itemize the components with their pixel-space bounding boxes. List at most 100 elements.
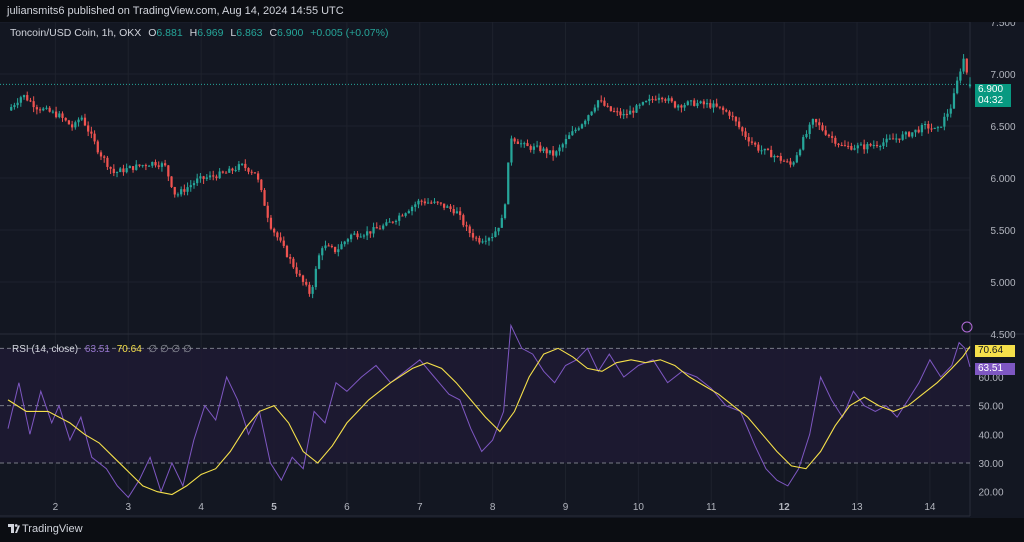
candle-body — [622, 113, 625, 116]
candle-body — [731, 115, 734, 117]
symbol-title[interactable]: Toncoin/USD Coin, 1h, OKX — [10, 27, 141, 39]
candle-body — [144, 165, 148, 167]
candle-body — [215, 176, 218, 179]
candle-body — [840, 144, 843, 146]
candle-body — [212, 175, 215, 177]
candle-body — [157, 165, 160, 167]
candle-body — [205, 177, 208, 179]
candle-body — [48, 107, 51, 112]
candle-body — [289, 257, 292, 259]
candle-body — [394, 220, 398, 223]
candle-body — [385, 222, 388, 226]
candle-body — [404, 213, 407, 216]
candle-body — [782, 160, 786, 162]
candle-body — [818, 122, 821, 126]
candle-body — [866, 144, 869, 150]
low-value: 6.863 — [236, 27, 263, 39]
candle-body — [664, 99, 667, 101]
candle-body — [353, 233, 356, 235]
candle-body — [135, 164, 138, 170]
candle-body — [430, 202, 433, 204]
candle-body — [628, 110, 632, 115]
candle-body — [587, 115, 590, 121]
rsi-ma-value: 70.64 — [116, 344, 142, 355]
candle-body — [933, 127, 936, 129]
candle-body — [423, 201, 426, 204]
candle-body — [625, 113, 629, 115]
candle-body — [856, 145, 859, 149]
time-tick-label: 14 — [924, 502, 936, 513]
candle-body — [500, 218, 503, 228]
candle-body — [596, 100, 600, 108]
close-value: 6.900 — [277, 27, 304, 39]
candle-body — [439, 202, 443, 204]
candle-body — [452, 209, 455, 214]
candle-body — [763, 148, 766, 151]
high-value: 6.969 — [197, 27, 224, 39]
candle-body — [792, 162, 795, 165]
candle-body — [513, 138, 516, 142]
candle-body — [936, 127, 940, 129]
candle-body — [863, 144, 866, 150]
candle-body — [930, 128, 933, 130]
candle-body — [885, 138, 888, 143]
candle-body — [869, 144, 872, 146]
price-tick-label: 5.500 — [990, 226, 1015, 237]
candle-body — [22, 95, 26, 98]
candle-body — [317, 255, 321, 269]
candle-body — [689, 100, 693, 102]
candle-body — [850, 145, 853, 150]
candle-body — [426, 202, 430, 204]
candle-body — [128, 166, 131, 169]
candle-body — [253, 172, 257, 174]
rsi-legend: RSI (14, close) 63.51 70.64 ∅ ∅ ∅ ∅ — [12, 344, 192, 355]
time-tick-label: 11 — [706, 502, 717, 513]
candle-body — [298, 273, 301, 276]
candle-body — [568, 135, 571, 139]
candle-body — [503, 204, 507, 219]
candle-body — [709, 103, 712, 108]
candle-body — [327, 245, 330, 247]
candle-body — [391, 221, 394, 223]
candle-body — [269, 217, 273, 229]
brand-name: TradingView — [22, 523, 83, 535]
candle-body — [539, 145, 542, 152]
candle-body — [221, 171, 224, 173]
rsi-title[interactable]: RSI (14, close) — [12, 344, 78, 355]
candle-body — [552, 150, 555, 156]
candle-body — [744, 131, 747, 138]
candle-body — [507, 162, 510, 205]
candle-body — [414, 204, 417, 207]
candle-body — [657, 97, 661, 100]
candle-body — [696, 103, 699, 106]
candle-body — [99, 152, 103, 157]
candle-body — [766, 148, 770, 150]
candle-body — [821, 125, 824, 131]
candle-body — [343, 241, 346, 245]
candle-body — [529, 146, 532, 150]
candle-body — [484, 240, 487, 242]
candle-body — [879, 146, 882, 148]
candle-body — [96, 141, 99, 153]
candle-body — [208, 175, 212, 178]
chart-canvas[interactable]: 7.5007.0006.5006.0005.5005.0004.5002 3 4 5 6… — [0, 0, 1024, 542]
candle-body — [436, 201, 439, 203]
candle-body — [26, 95, 29, 101]
candle-body — [74, 122, 77, 128]
candle-body — [109, 166, 112, 169]
candle-body — [462, 215, 465, 226]
candle-body — [186, 187, 189, 192]
candle-body — [943, 116, 946, 127]
candle-body — [301, 275, 305, 282]
time-tick-label: 6 — [344, 502, 350, 513]
candle-body — [721, 107, 725, 111]
candle-body — [715, 103, 718, 107]
candle-body — [548, 150, 552, 154]
candle-body — [228, 168, 231, 173]
candle-body — [558, 147, 561, 152]
time-tick-label: 7 — [417, 502, 423, 513]
price-tick-label: 6.000 — [990, 174, 1015, 185]
price-tick-label: 5.000 — [990, 278, 1015, 289]
candle-body — [853, 148, 856, 150]
candle-body — [795, 155, 798, 163]
